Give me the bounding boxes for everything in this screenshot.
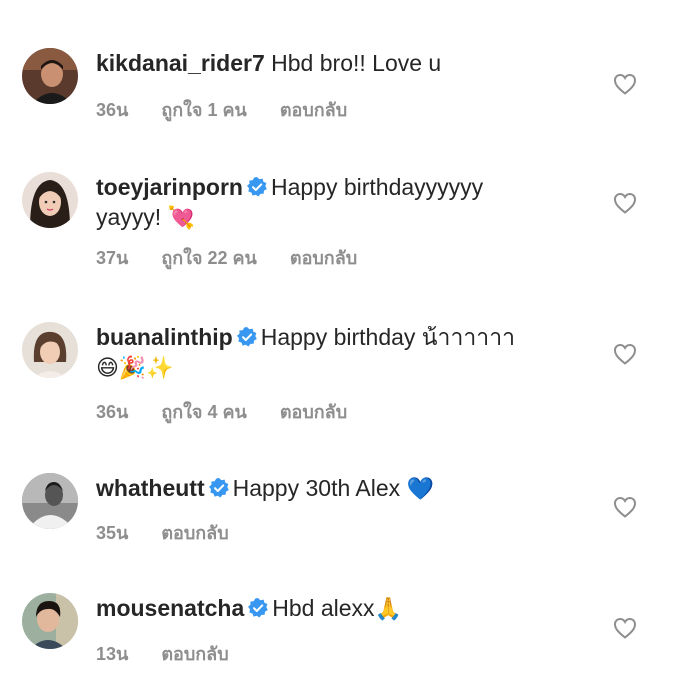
comment-username[interactable]: toeyjarinporn bbox=[96, 174, 243, 200]
comment-time: 35น bbox=[96, 523, 129, 543]
reply-button[interactable]: ตอบกลับ bbox=[161, 644, 228, 664]
heart-outline-icon[interactable] bbox=[613, 343, 637, 365]
comment-body: mousenatcha Hbd alexx🙏 bbox=[96, 593, 596, 624]
folded-hands-emoji: 🙏 bbox=[374, 596, 402, 621]
comment-likes[interactable]: ถูกใจ 1 คน bbox=[161, 100, 247, 120]
comment-time: 36น bbox=[96, 402, 129, 422]
blue-heart-emoji: 💙 bbox=[406, 476, 434, 501]
comment-text: Happy 30th Alex bbox=[232, 475, 401, 501]
comment-time: 36น bbox=[96, 100, 129, 120]
comment-time: 37น bbox=[96, 248, 129, 268]
comment-text-line2: yayyy! bbox=[96, 204, 162, 230]
heart-outline-icon[interactable] bbox=[613, 192, 637, 214]
reply-button[interactable]: ตอบกลับ bbox=[280, 402, 347, 422]
avatar[interactable] bbox=[22, 322, 78, 378]
avatar[interactable] bbox=[22, 48, 78, 104]
comment-text: Hbd alexx bbox=[272, 595, 375, 621]
comment-username[interactable]: kikdanai_rider7 bbox=[96, 50, 265, 76]
comment-body: toeyjarinporn Happy birthdayyyyyy yayyy! … bbox=[96, 172, 596, 233]
verified-badge-icon bbox=[248, 598, 269, 618]
comment-meta: 35น ตอบกลับ bbox=[96, 518, 257, 547]
comment-meta: 37น ถูกใจ 22 คน ตอบกลับ bbox=[96, 243, 385, 272]
comment-username[interactable]: mousenatcha bbox=[96, 595, 244, 621]
comment-text: Happy birthday น้าาาาาา bbox=[260, 324, 516, 350]
verified-badge-icon bbox=[208, 478, 229, 498]
comment-likes[interactable]: ถูกใจ 22 คน bbox=[161, 248, 257, 268]
comment-username[interactable]: buanalinthip bbox=[96, 324, 233, 350]
comment-meta: 13น ตอบกลับ bbox=[96, 639, 257, 668]
comment-meta: 36น ถูกใจ 1 คน ตอบกลับ bbox=[96, 95, 375, 124]
comment-text: Hbd bro!! Love u bbox=[271, 50, 442, 76]
comment-time: 13น bbox=[96, 644, 129, 664]
heart-outline-icon[interactable] bbox=[613, 73, 637, 95]
reply-button[interactable]: ตอบกลับ bbox=[290, 248, 357, 268]
avatar[interactable] bbox=[22, 593, 78, 649]
verified-badge-icon bbox=[236, 327, 257, 347]
comment-body: kikdanai_rider7 Hbd bro!! Love u bbox=[96, 48, 596, 78]
comment-body: whatheutt Happy 30th Alex 💙 bbox=[96, 473, 596, 504]
comment-likes[interactable]: ถูกใจ 4 คน bbox=[161, 402, 247, 422]
heart-arrow-emoji: 💘 bbox=[167, 205, 195, 230]
comment-username[interactable]: whatheutt bbox=[96, 475, 205, 501]
reply-button[interactable]: ตอบกลับ bbox=[280, 100, 347, 120]
comment-body: buanalinthip Happy birthday น้าาาาาา 😄🎉✨ bbox=[96, 322, 596, 383]
avatar[interactable] bbox=[22, 172, 78, 228]
verified-badge-icon bbox=[246, 177, 267, 197]
avatar[interactable] bbox=[22, 473, 78, 529]
heart-outline-icon[interactable] bbox=[613, 496, 637, 518]
comment-text: Happy birthdayyyyyy bbox=[270, 174, 484, 200]
heart-outline-icon[interactable] bbox=[613, 617, 637, 639]
reply-button[interactable]: ตอบกลับ bbox=[161, 523, 228, 543]
comment-meta: 36น ถูกใจ 4 คน ตอบกลับ bbox=[96, 397, 375, 426]
celebration-emoji: 😄🎉✨ bbox=[96, 355, 174, 380]
